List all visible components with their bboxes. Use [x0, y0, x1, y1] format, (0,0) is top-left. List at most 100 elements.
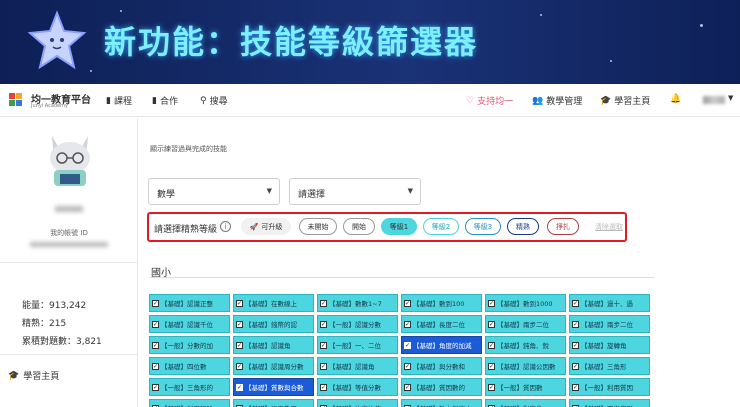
graduation-cap-icon: 🎓: [600, 95, 612, 106]
skill-cell-label: 【基礎】長度二位: [413, 321, 465, 329]
chip-not-started[interactable]: 未開始: [299, 218, 337, 235]
clear-selection-link[interactable]: 清除選取: [595, 222, 623, 232]
skill-cell-label: 【基礎】底面為平: [245, 403, 297, 407]
chip-level-1[interactable]: 等級1: [381, 218, 417, 235]
skill-cell[interactable]: ✓ 【基礎】角度的加減: [401, 336, 482, 354]
chip-struggling[interactable]: 掙扎: [547, 218, 579, 235]
nav-cooperate-label: 合作: [159, 97, 178, 107]
skill-cell-label: 【一般】一、二位: [329, 342, 381, 350]
bell-icon: 🔔: [670, 94, 682, 104]
skill-cell[interactable]: ✓ 【基礎】等值分數: [317, 378, 398, 396]
skill-cell[interactable]: ✓ 【基礎】數到100: [401, 294, 482, 312]
skill-cell-label: 【基礎】認識周分數: [245, 363, 304, 371]
skill-cell[interactable]: ✓【基礎】圓與扇形: [569, 399, 650, 407]
chip-started[interactable]: 開始: [343, 218, 375, 235]
skill-cell-label: 【基礎】過十、過: [581, 300, 633, 308]
grade-placeholder: 請選擇: [298, 190, 326, 200]
skill-cell[interactable]: ✓【基礎】對應角、: [485, 399, 566, 407]
nav-courses[interactable]: ▮ 課程: [106, 94, 132, 108]
divider: [0, 262, 138, 263]
nav-learn[interactable]: 🎓 學習主頁: [600, 94, 650, 108]
skill-cell[interactable]: ✓【基礎】比與比值: [317, 399, 398, 407]
skill-cell[interactable]: ✓ 【基礎】與分數和: [401, 357, 482, 375]
nav-support[interactable]: ♡ 支持均一: [466, 94, 514, 108]
skill-cell[interactable]: ✓ 【基礎】兩步二位: [485, 315, 566, 333]
checkbox-icon: ✓: [488, 383, 495, 391]
checkbox-icon: ✓: [320, 383, 327, 391]
checkbox-icon: ✓: [236, 362, 243, 370]
rocket-icon: 🚀: [249, 222, 259, 231]
skill-cell[interactable]: ✓ 【一般】分數的加: [149, 336, 230, 354]
checkbox-icon: ✓: [152, 299, 159, 307]
graduation-cap-icon: 🎓: [8, 370, 20, 381]
notification-bell[interactable]: 🔔: [670, 94, 681, 104]
teacher-icon: 👥: [532, 95, 544, 106]
skill-cell-label: 【基礎】圓與扇形: [581, 403, 633, 407]
skill-cell[interactable]: ✓ 【基礎】數到1000: [485, 294, 566, 312]
skill-cell[interactable]: ✓【基礎】利用短除: [149, 399, 230, 407]
skill-cell[interactable]: ✓ 【基礎】認識公因數: [485, 357, 566, 375]
nav-support-label: 支持均一: [477, 97, 514, 107]
skill-cell[interactable]: ✓【基礎】底面為平: [233, 399, 314, 407]
chevron-down-icon[interactable]: ▼: [728, 94, 733, 102]
skill-cell[interactable]: ✓ 【基礎】數數1~7: [317, 294, 398, 312]
chip-level-3[interactable]: 等級3: [465, 218, 501, 235]
skill-cell[interactable]: ✓ 【基礎】認識角: [317, 357, 398, 375]
logo-subtitle: Junyi Academy: [31, 103, 68, 109]
chip-proficient[interactable]: 精熟: [507, 218, 539, 235]
section-divider: [149, 277, 654, 278]
chip-upgradable[interactable]: 🚀 可升級: [241, 218, 291, 235]
account-id-blurred: [30, 242, 108, 247]
app-window: 均一教育平台 Junyi Academy ▮ 課程 ▮ 合作 ⚲ 搜尋 ♡ 支持…: [0, 84, 740, 407]
skill-cell-label: 【基礎】數到1000: [497, 300, 553, 308]
skill-cell[interactable]: ✓【基礎】放大與縮小: [401, 399, 482, 407]
skill-cell[interactable]: ✓ 【基礎】認識千位: [149, 315, 230, 333]
star-dot: [700, 24, 703, 27]
chip-label: 可升級: [261, 222, 283, 231]
skill-cell[interactable]: ✓ 【基礎】過十、過: [569, 294, 650, 312]
skill-cell[interactable]: ✓ 【基礎】三角形: [569, 357, 650, 375]
checkbox-icon: ✓: [320, 299, 327, 307]
skill-cell-label: 【基礎】利用短除: [161, 403, 213, 407]
skill-cell[interactable]: ✓ 【基礎】錢幣的認: [233, 315, 314, 333]
nav-teach[interactable]: 👥 教學管理: [532, 94, 582, 108]
total-stat: 累積對題數：3,821: [22, 337, 102, 347]
chip-label: 精熟: [516, 222, 530, 231]
checkbox-icon: ✓: [152, 320, 159, 328]
subject-select[interactable]: 數學 ▼: [148, 178, 280, 205]
skill-cell[interactable]: ✓ 【一般】質因數: [485, 378, 566, 396]
chip-label: 開始: [352, 222, 366, 231]
junyi-logo-icon[interactable]: [8, 91, 28, 111]
info-icon[interactable]: i: [220, 221, 231, 232]
skill-cell[interactable]: ✓ 【一般】一、二位: [317, 336, 398, 354]
skill-cell[interactable]: ✓ 【基礎】認識角: [233, 336, 314, 354]
star-dot: [540, 14, 542, 16]
nav-search-label: 搜尋: [209, 97, 228, 107]
skill-cell[interactable]: ✓ 【基礎】認識正整: [149, 294, 230, 312]
skill-cell[interactable]: ✓ 【一般】利用質因: [569, 378, 650, 396]
skill-cell[interactable]: ✓ 【基礎】旋轉角: [569, 336, 650, 354]
skill-cell[interactable]: ✓ 【一般】三角形的: [149, 378, 230, 396]
skill-cell-label: 【基礎】數到100: [413, 300, 465, 308]
skill-cell[interactable]: ✓ 【基礎】質因數的: [401, 378, 482, 396]
skill-cell[interactable]: ✓ 【基礎】認識周分數: [233, 357, 314, 375]
skill-cell-label: 【基礎】質因數的: [413, 384, 465, 392]
skill-cell[interactable]: ✓ 【基礎】長度二位: [401, 315, 482, 333]
skill-cell-label: 【一般】質因數: [497, 384, 543, 392]
skill-cell[interactable]: ✓ 【基礎】兩步二位: [569, 315, 650, 333]
skill-cell-label: 【基礎】認識角: [245, 342, 291, 350]
user-name-blurred[interactable]: [703, 96, 725, 104]
nav-search[interactable]: ⚲ 搜尋: [200, 94, 228, 108]
checkbox-icon: ✓: [152, 341, 159, 349]
skill-cell[interactable]: ✓ 【基礎】四位數: [149, 357, 230, 375]
skill-cell[interactable]: ✓ 【一般】認識分數: [317, 315, 398, 333]
sidebar-learn-home[interactable]: 🎓 學習主頁: [8, 369, 59, 383]
skill-cell[interactable]: ✓ 【基礎】質數與合數: [233, 378, 314, 396]
proficient-stat: 精熟：215: [22, 319, 67, 329]
chip-level-2[interactable]: 等級2: [423, 218, 459, 235]
skill-cell[interactable]: ✓ 【基礎】鈍角、銳: [485, 336, 566, 354]
skill-cell[interactable]: ✓ 【基礎】在數線上: [233, 294, 314, 312]
checkbox-icon: ✓: [404, 341, 411, 349]
grade-select[interactable]: 請選擇 ▼: [289, 178, 421, 205]
nav-cooperate[interactable]: ▮ 合作: [152, 94, 178, 108]
